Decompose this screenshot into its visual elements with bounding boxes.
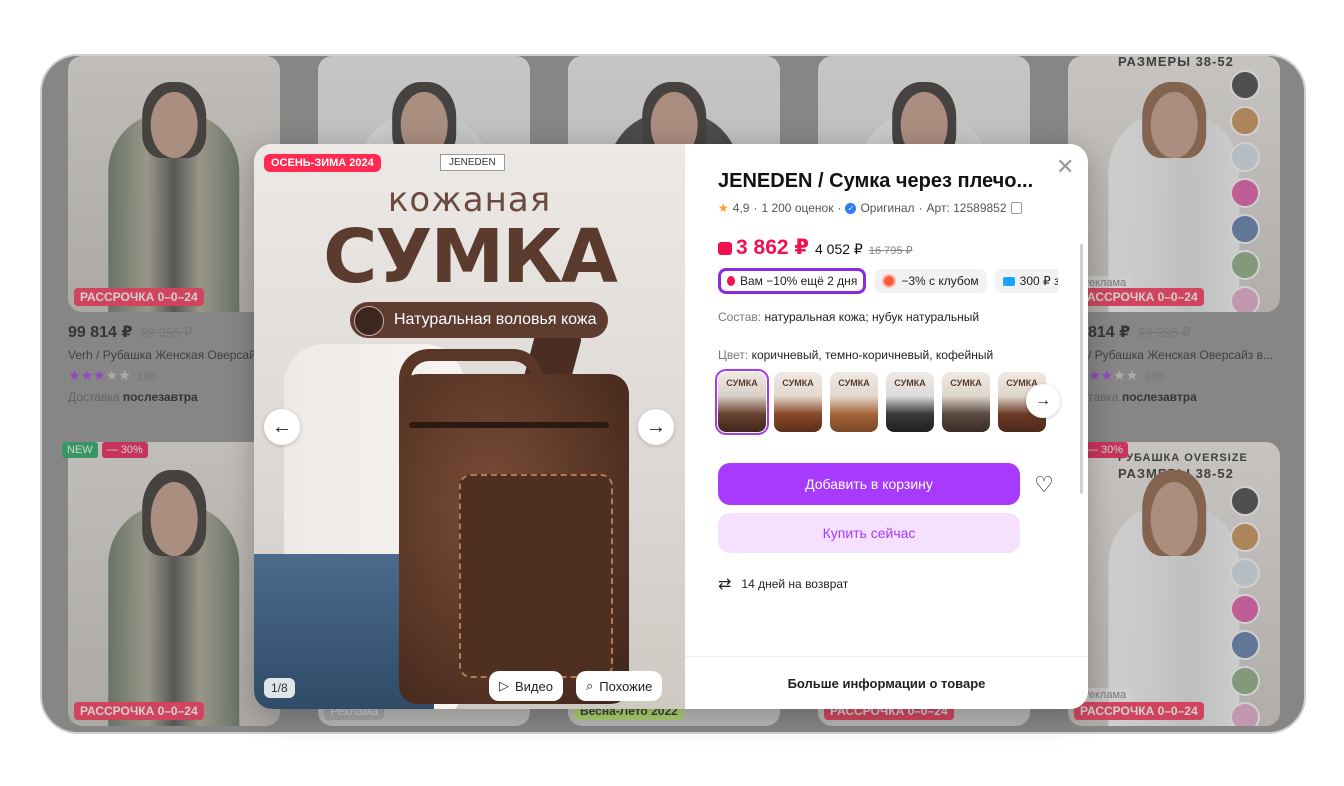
chip-label: 300 ₽ за <box>1019 274 1058 288</box>
return-icon: ⇄ <box>718 576 732 593</box>
product-meta: ★ 4,9 · 1 200 оценок · ✓ Оригинал · Арт:… <box>718 201 1058 215</box>
verified-icon: ✓ <box>845 202 857 214</box>
bag-pocket <box>459 474 613 678</box>
star-icon: ★ <box>718 201 729 215</box>
chip-label: Вам −10% ещё 2 дня <box>740 274 858 288</box>
video-button[interactable]: ▷ Видео <box>489 671 563 701</box>
headline-main: СУМКА <box>323 214 618 300</box>
variant-thumb[interactable]: СУМКА <box>886 372 934 432</box>
arrow-right-icon: → <box>646 415 666 438</box>
close-icon[interactable]: ✕ <box>1056 154 1074 180</box>
color-value: коричневый, темно-коричневый, кофейный <box>751 348 994 362</box>
feature-pill: Натуральная воловья кожа <box>350 302 609 338</box>
club-discount-chip[interactable]: −3% с клубом <box>874 269 987 293</box>
color-info: Цвет: коричневый, темно-коричневый, кофе… <box>718 348 1058 362</box>
image-counter: 1/8 <box>264 678 295 698</box>
variant-thumb[interactable]: СУМКА <box>830 372 878 432</box>
thumb-label: СУМКА <box>894 378 926 388</box>
card-bonus-chip[interactable]: 300 ₽ за <box>994 269 1058 293</box>
search-icon: ⌕ <box>586 678 594 693</box>
more-info-button[interactable]: Больше информации о товаре <box>685 656 1088 709</box>
returns-info: ⇄ 14 дней на возврат <box>718 574 848 594</box>
fire-icon <box>727 276 735 286</box>
thumb-label: СУМКА <box>838 378 870 388</box>
reviews-link[interactable]: 1 200 оценок <box>761 201 833 215</box>
price-main: 3 862 ₽ <box>718 235 809 260</box>
product-info-panel: JENEDEN / Сумка через плечо... ★ 4,9 · 1… <box>715 170 1060 435</box>
prev-image-button[interactable]: ← <box>264 409 300 445</box>
scrollbar[interactable] <box>1080 244 1083 494</box>
feature-pill-label: Натуральная воловья кожа <box>394 311 597 328</box>
product-quick-view-modal: ОСЕНЬ-ЗИМА 2024 JENEDEN кожаная СУМКА На… <box>254 144 1088 709</box>
brand-tag: JENEDEN <box>440 154 505 171</box>
price-regular: 4 052 ₽ <box>815 241 863 257</box>
price-old: 16 795 ₽ <box>868 245 913 257</box>
similar-label: Похожие <box>599 678 653 694</box>
composition: Состав: натуральная кожа; нубук натураль… <box>718 310 1058 324</box>
product-gallery[interactable]: ОСЕНЬ-ЗИМА 2024 JENEDEN кожаная СУМКА На… <box>254 144 685 709</box>
buy-now-button[interactable]: Купить сейчас <box>718 513 1020 553</box>
returns-label: 14 дней на возврат <box>741 577 849 591</box>
add-to-cart-button[interactable]: Добавить в корзину <box>718 463 1020 505</box>
next-image-button[interactable]: → <box>638 409 674 445</box>
thumb-label: СУМКА <box>950 378 982 388</box>
arrow-left-icon: ← <box>272 415 292 438</box>
bag-zipper <box>409 422 609 428</box>
composition-label: Состав: <box>718 310 762 324</box>
video-label: Видео <box>515 678 553 694</box>
play-icon: ▷ <box>499 678 509 693</box>
chip-label: −3% с клубом <box>901 274 979 288</box>
similar-button[interactable]: ⌕ Похожие <box>576 671 663 701</box>
original-label: Оригинал <box>860 201 915 215</box>
arrow-right-icon: → <box>1035 392 1051 409</box>
color-label: Цвет: <box>718 348 749 362</box>
thumbs-next-button[interactable]: → <box>1026 384 1060 418</box>
heart-icon[interactable]: ♡ <box>1032 474 1056 498</box>
price-main-value: 3 862 ₽ <box>736 236 809 259</box>
wallet-icon <box>718 242 732 255</box>
variant-thumbnails: СУМКА СУМКА СУМКА СУМКА СУМКА СУМКА → <box>715 369 1060 435</box>
discount-chips: Вам −10% ещё 2 дня −3% с клубом 300 ₽ за… <box>718 268 1058 294</box>
thumb-label: СУМКА <box>726 378 758 388</box>
variant-thumb[interactable]: СУМКА <box>715 369 769 435</box>
variant-thumb[interactable]: СУМКА <box>774 372 822 432</box>
product-title: JENEDEN / Сумка через плечо... <box>718 170 1034 192</box>
thumb-label: СУМКА <box>782 378 814 388</box>
price-row: 3 862 ₽ 4 052 ₽ 16 795 ₽ <box>718 235 1058 260</box>
article-number: Арт: 12589852 <box>926 201 1007 215</box>
variant-thumb[interactable]: СУМКА <box>942 372 990 432</box>
rating-value: 4,9 <box>732 201 750 215</box>
club-icon <box>882 274 897 288</box>
composition-value: натуральная кожа; нубук натуральный <box>764 310 980 324</box>
season-badge: ОСЕНЬ-ЗИМА 2024 <box>264 154 381 172</box>
leather-icon <box>354 306 384 336</box>
personal-discount-chip[interactable]: Вам −10% ещё 2 дня <box>718 268 867 294</box>
copy-icon[interactable] <box>1010 202 1022 214</box>
card-icon <box>1002 276 1015 286</box>
